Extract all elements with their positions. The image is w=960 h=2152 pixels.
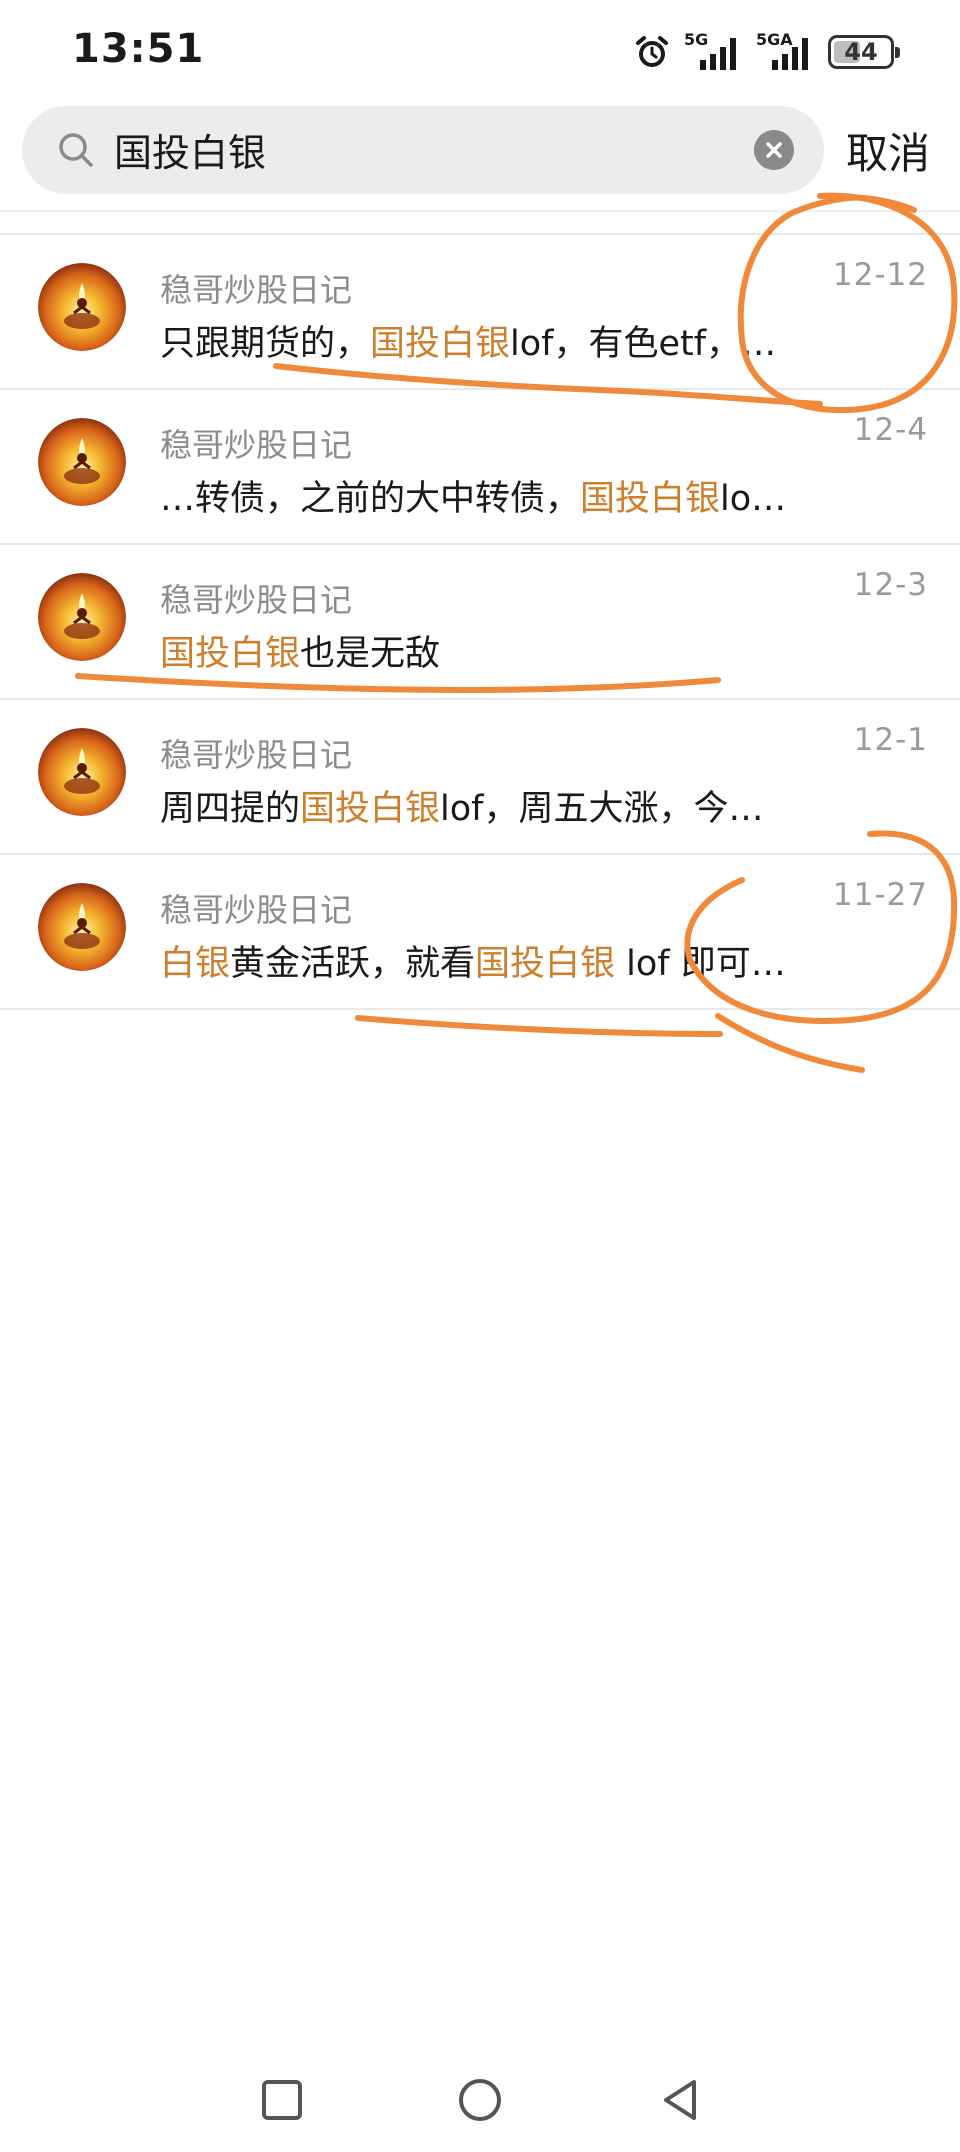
snippet-text: lof 即可… (615, 944, 786, 984)
avatar (38, 573, 126, 661)
result-row[interactable]: 稳哥炒股日记 12-4 …转债，之前的大中转债，国投白银lo… (0, 390, 960, 545)
search-icon (59, 133, 93, 167)
snippet-highlight: 国投白银 (475, 944, 616, 984)
battery-icon: 44 (828, 35, 900, 69)
status-icons: 5G 5GA 44 (634, 30, 900, 74)
signal-5ga-icon: 5GA (756, 30, 814, 72)
navigation-bar (0, 2060, 960, 2140)
back-triangle-icon[interactable] (656, 2076, 704, 2124)
snippet-text: …转债，之前的大中转债， (160, 479, 581, 519)
snippet-text: 黄金活跃，就看 (230, 944, 476, 984)
search-box[interactable] (22, 106, 824, 194)
result-row[interactable]: 稳哥炒股日记 12-3 国投白银也是无敌 (0, 545, 960, 700)
avatar (38, 883, 126, 971)
avatar (38, 263, 126, 351)
battery-level: 44 (844, 38, 878, 66)
snippet-highlight: 白银 (160, 944, 231, 984)
result-date: 12-4 (853, 412, 928, 448)
result-author: 稳哥炒股日记 (160, 736, 353, 774)
alarm-icon (636, 36, 668, 67)
avatar (38, 418, 126, 506)
result-row[interactable]: 稳哥炒股日记 11-27 白银黄金活跃，就看国投白银 lof 即可… (0, 855, 960, 1010)
result-author: 稳哥炒股日记 (160, 271, 353, 309)
snippet-text: 周四提的 (160, 789, 301, 829)
result-snippet: 周四提的国投白银lof，周五大涨，今… (160, 780, 820, 831)
result-row[interactable]: 稳哥炒股日记 12-12 只跟期货的，国投白银lof，有色etf，… (0, 235, 960, 390)
signal-5g-icon: 5G (684, 30, 742, 72)
result-snippet: 国投白银也是无敌 (160, 625, 820, 676)
result-snippet: …转债，之前的大中转债，国投白银lo… (160, 470, 820, 521)
snippet-text: lo… (720, 479, 787, 519)
annotation-underline (355, 1015, 723, 1037)
result-date: 12-1 (853, 722, 928, 758)
snippet-highlight: 国投白银 (580, 479, 721, 519)
snippet-highlight: 国投白银 (370, 324, 511, 364)
cancel-button[interactable]: 取消 (846, 120, 930, 181)
status-bar: 13:51 5G 5GA 44 (0, 0, 960, 100)
snippet-text: 也是无敌 (300, 634, 441, 674)
home-circle-icon[interactable] (456, 2076, 504, 2124)
result-snippet: 白银黄金活跃，就看国投白银 lof 即可… (160, 935, 820, 986)
search-input[interactable] (114, 127, 714, 171)
result-author: 稳哥炒股日记 (160, 891, 353, 929)
result-row[interactable]: 稳哥炒股日记 12-1 周四提的国投白银lof，周五大涨，今… (0, 700, 960, 855)
result-author: 稳哥炒股日记 (160, 426, 353, 464)
divider (0, 210, 960, 212)
result-date: 12-3 (853, 567, 928, 603)
annotation-underline (715, 1013, 865, 1073)
snippet-text: 只跟期货的， (160, 324, 371, 364)
snippet-text: lof，有色etf，… (510, 324, 777, 364)
snippet-highlight: 国投白银 (160, 634, 301, 674)
result-snippet: 只跟期货的，国投白银lof，有色etf，… (160, 315, 820, 366)
result-date: 12-12 (832, 257, 928, 293)
status-time: 13:51 (72, 26, 205, 72)
result-author: 稳哥炒股日记 (160, 581, 353, 619)
recents-square-icon[interactable] (258, 2076, 306, 2124)
result-date: 11-27 (832, 877, 928, 913)
snippet-text: lof，周五大涨，今… (440, 789, 764, 829)
snippet-highlight: 国投白银 (300, 789, 441, 829)
avatar (38, 728, 126, 816)
clear-icon[interactable] (754, 130, 794, 170)
